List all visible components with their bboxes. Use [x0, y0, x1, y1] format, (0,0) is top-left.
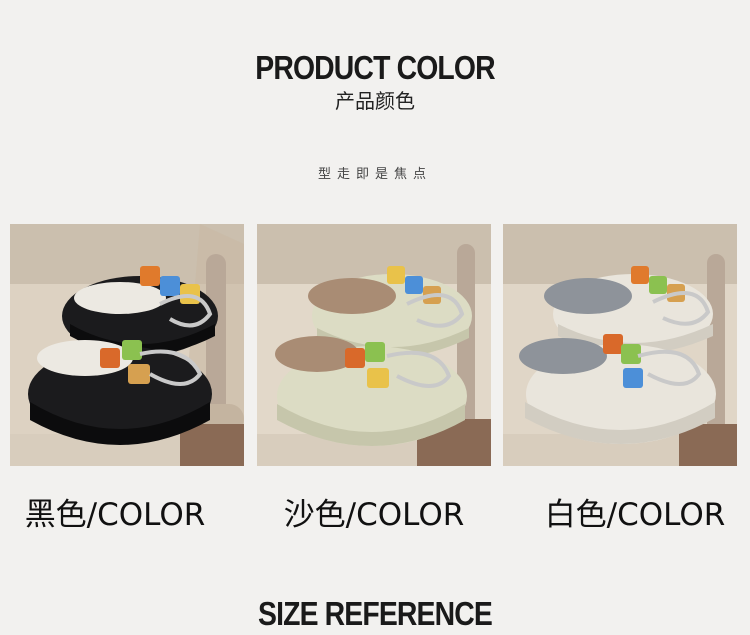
product-photo-sand	[257, 224, 491, 466]
tagline: 型走即是焦点	[317, 167, 432, 182]
product-photo-white	[503, 224, 737, 466]
size-reference-heading: SIZE REFERENCE	[258, 595, 493, 632]
product-color-heading: PRODUCT COLOR	[255, 49, 495, 86]
product-color-subtitle: 产品颜色	[335, 89, 415, 113]
caption-black: 黑色/COLOR	[24, 497, 206, 533]
product-photo-black	[10, 224, 244, 466]
caption-white: 白色/COLOR	[544, 497, 726, 533]
caption-sand: 沙色/COLOR	[283, 497, 465, 533]
